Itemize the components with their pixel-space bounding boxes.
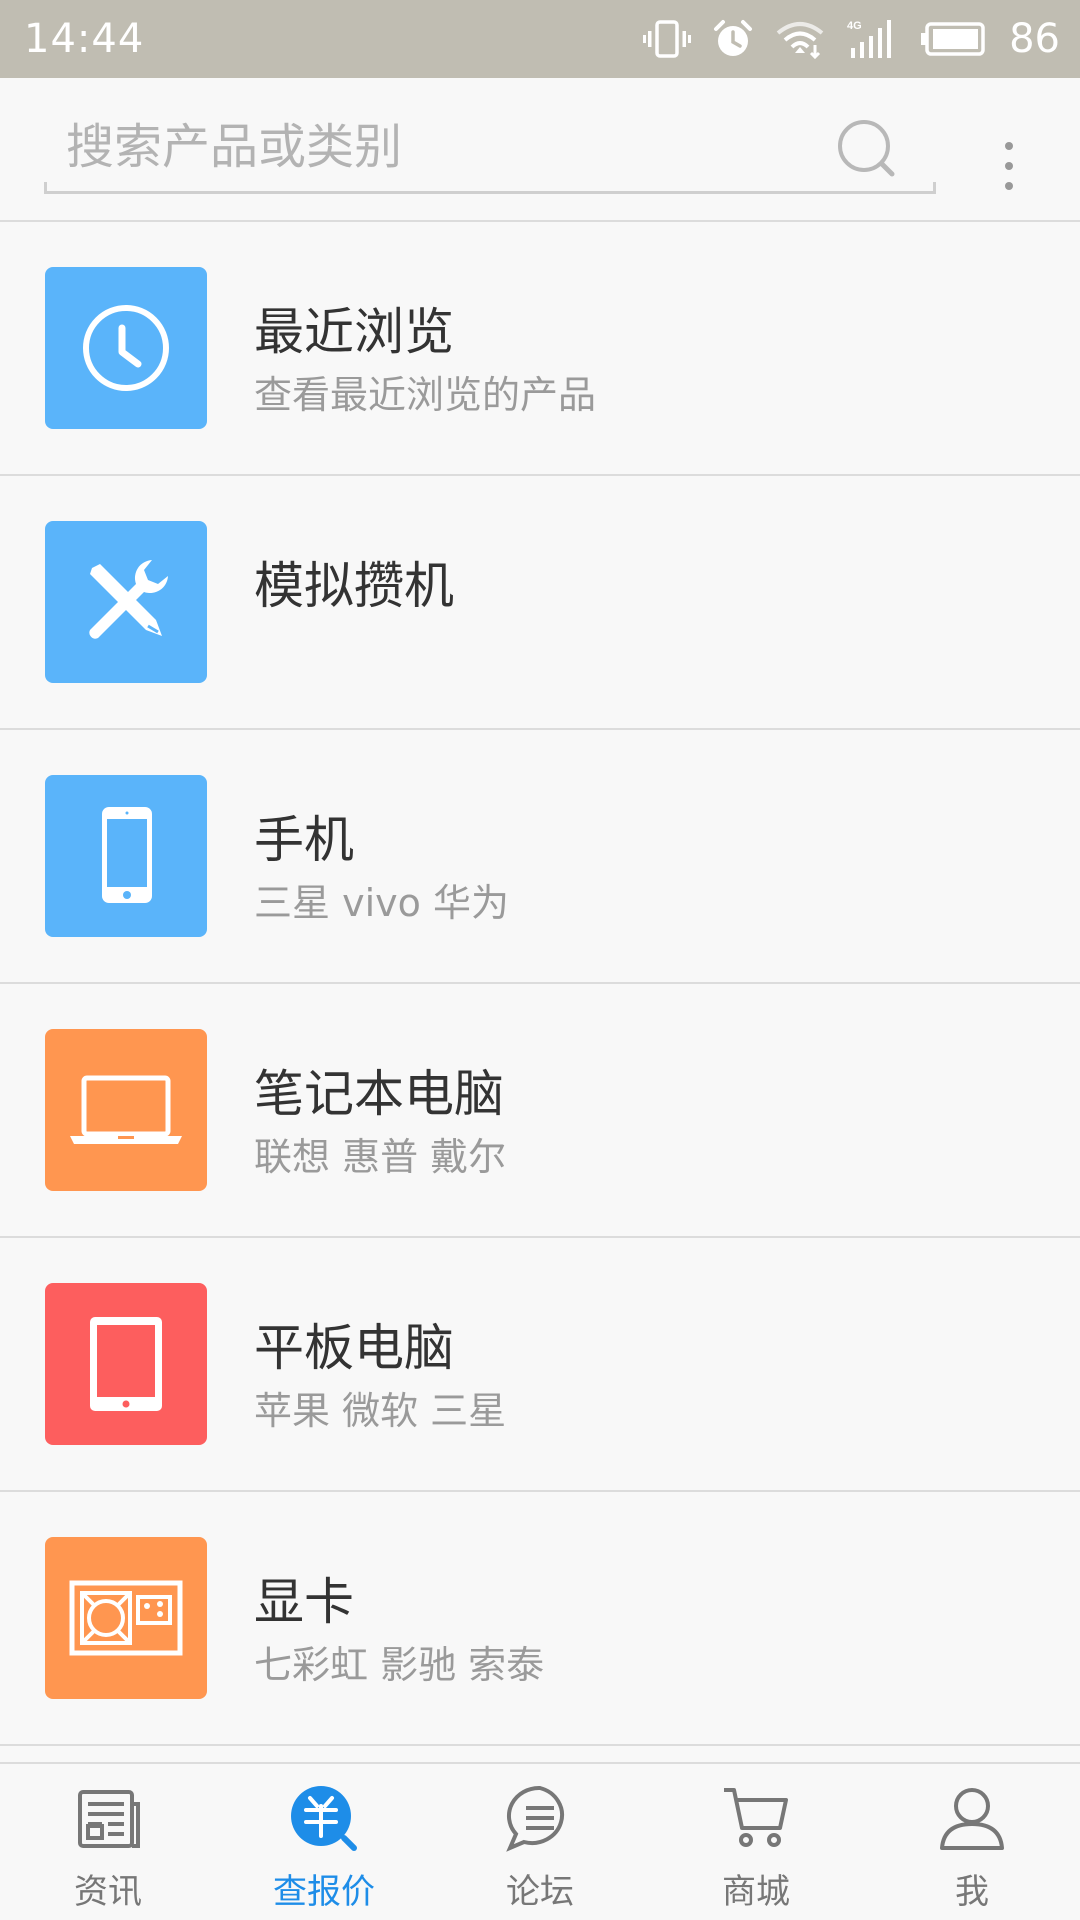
list-item-subtitle: 查看最近浏览的产品: [254, 373, 597, 417]
list-item-tablet[interactable]: 平板电脑 苹果 微软 三星: [0, 1238, 1080, 1492]
cellular-signal-icon: 4G: [847, 20, 892, 58]
more-menu-icon[interactable]: [994, 122, 1024, 212]
list-item-subtitle: 七彩虹 影驰 索泰: [254, 1643, 545, 1687]
battery-icon: [921, 22, 985, 56]
list-item-title: 笔记本电脑: [254, 1065, 504, 1123]
list-item-title: 最近浏览: [254, 303, 454, 361]
laptop-icon: [45, 1029, 207, 1191]
vibrate-icon: [643, 20, 692, 58]
tools-icon: [45, 521, 207, 683]
status-time: 14:44: [24, 16, 145, 62]
nav-tab-mall[interactable]: 商城: [648, 1764, 864, 1920]
nav-label: 资讯: [74, 1872, 142, 1912]
search-icon[interactable]: [836, 118, 900, 182]
list-item-title: 显卡: [254, 1573, 354, 1631]
list-item-title: 手机: [254, 811, 354, 869]
nav-label: 查报价: [273, 1872, 375, 1912]
list-item-subtitle: 联想 惠普 戴尔: [254, 1135, 507, 1179]
list-item-subtitle: 三星 vivo 华为: [254, 881, 509, 925]
clock-icon: [45, 267, 207, 429]
list-item-subtitle: 苹果 微软 三星: [254, 1389, 507, 1433]
graphics-card-icon: [45, 1537, 207, 1699]
forum-icon: [506, 1785, 564, 1852]
battery-level: 86: [1009, 16, 1060, 62]
cart-icon: [724, 1788, 788, 1847]
price-icon: [291, 1786, 357, 1851]
nav-tab-price[interactable]: 查报价: [216, 1764, 432, 1920]
status-bar: 14:44 4G 86: [0, 0, 1080, 78]
list-item-recent[interactable]: 最近浏览 查看最近浏览的产品: [0, 222, 1080, 476]
news-icon: [78, 1790, 140, 1848]
wifi-icon: [776, 22, 824, 59]
nav-tab-me[interactable]: 我: [864, 1764, 1080, 1920]
svg-text:4G: 4G: [847, 20, 862, 32]
search-box[interactable]: [44, 102, 936, 194]
nav-label: 我: [955, 1872, 989, 1912]
category-list: 最近浏览 查看最近浏览的产品 模拟攒机 手机 三星 vivo 华为 笔记本电脑 …: [0, 222, 1080, 1746]
alarm-icon: [714, 20, 753, 56]
nav-tab-forum[interactable]: 论坛: [432, 1764, 648, 1920]
list-item-diy-pc[interactable]: 模拟攒机: [0, 476, 1080, 730]
list-item-phone[interactable]: 手机 三星 vivo 华为: [0, 730, 1080, 984]
user-icon: [940, 1788, 1004, 1850]
search-input[interactable]: [64, 112, 824, 182]
status-icons: 4G 86: [643, 16, 1060, 62]
nav-label: 商城: [722, 1872, 790, 1912]
phone-icon: [45, 775, 207, 937]
bottom-navigation: 资讯 查报价 论坛 商城 我: [0, 1762, 1080, 1920]
nav-label: 论坛: [506, 1872, 574, 1912]
list-item-laptop[interactable]: 笔记本电脑 联想 惠普 戴尔: [0, 984, 1080, 1238]
list-item-title: 模拟攒机: [254, 557, 454, 615]
tablet-icon: [45, 1283, 207, 1445]
list-item-graphics-card[interactable]: 显卡 七彩虹 影驰 索泰: [0, 1492, 1080, 1746]
nav-tab-news[interactable]: 资讯: [0, 1764, 216, 1920]
list-item-title: 平板电脑: [254, 1319, 454, 1377]
search-bar: [0, 78, 1080, 222]
